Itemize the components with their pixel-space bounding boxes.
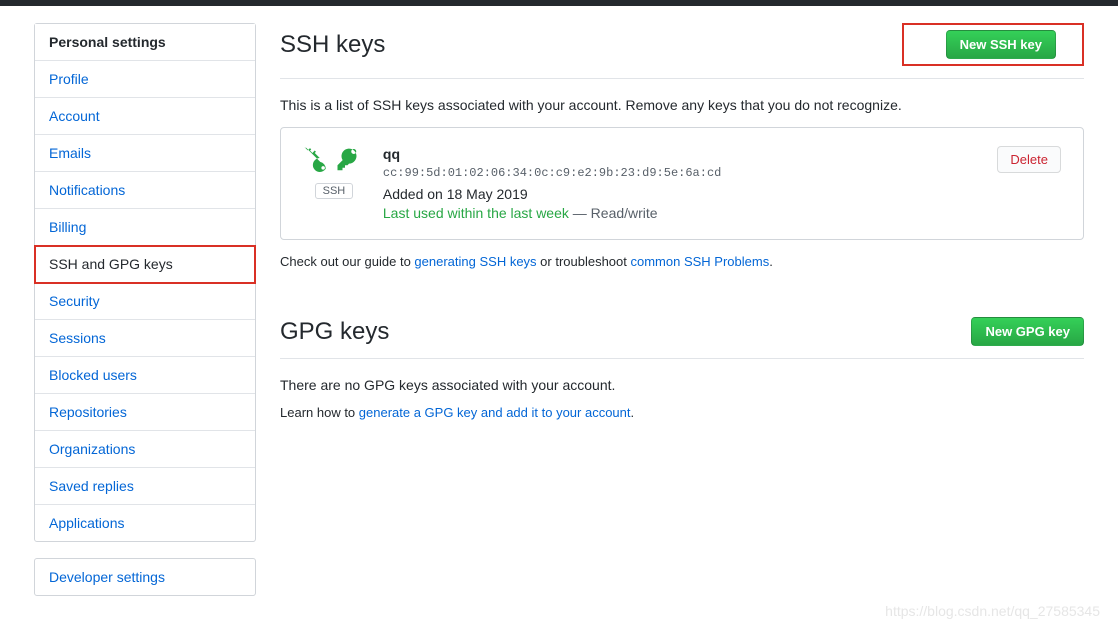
ssh-key-name: qq [383,146,980,162]
sidebar-item-account[interactable]: Account [35,98,255,135]
ssh-footer-mid: or troubleshoot [537,254,631,269]
gpg-footer-end: . [631,405,635,420]
sidebar-item-emails[interactable]: Emails [35,135,255,172]
ssh-key-lastused-green: Last used within the last week [383,205,569,221]
ssh-key-fingerprint: cc:99:5d:01:02:06:34:0c:c9:e2:9b:23:d9:5… [383,166,980,180]
ssh-section: SSH keys New SSH key This is a list of S… [280,23,1084,269]
sidebar-item-profile[interactable]: Profile [35,61,255,98]
generate-gpg-key-link[interactable]: generate a GPG key and add it to your ac… [359,405,631,420]
common-ssh-problems-link[interactable]: common SSH Problems [631,254,770,269]
delete-ssh-key-button[interactable]: Delete [997,146,1061,173]
ssh-section-header: SSH keys New SSH key [280,23,1084,79]
sidebar-item-organizations[interactable]: Organizations [35,431,255,468]
sidebar-header: Personal settings [35,24,255,61]
gpg-title: GPG keys [280,318,389,346]
ssh-key-item: SSH qq cc:99:5d:01:02:06:34:0c:c9:e2:9b:… [280,127,1084,240]
new-ssh-highlight: New SSH key [902,23,1084,66]
sidebar-item-developer-settings[interactable]: Developer settings [34,558,256,596]
ssh-description: This is a list of SSH keys associated wi… [280,97,1084,113]
ssh-key-lastused: Last used within the last week — Read/wr… [383,205,980,221]
key-icon [303,146,365,177]
ssh-footer: Check out our guide to generating SSH ke… [280,254,1084,269]
sidebar-item-repositories[interactable]: Repositories [35,394,255,431]
generating-ssh-keys-link[interactable]: generating SSH keys [414,254,536,269]
gpg-section: GPG keys New GPG key There are no GPG ke… [280,317,1084,420]
page-container: Personal settings Profile Account Emails… [0,6,1118,613]
main-content: SSH keys New SSH key This is a list of S… [280,23,1084,596]
sidebar-group-personal: Personal settings Profile Account Emails… [34,23,256,542]
sidebar-item-ssh-gpg-keys[interactable]: SSH and GPG keys [35,246,255,283]
ssh-key-details: qq cc:99:5d:01:02:06:34:0c:c9:e2:9b:23:d… [383,146,980,221]
gpg-footer-pre: Learn how to [280,405,359,420]
ssh-badge: SSH [315,183,354,199]
sidebar-item-notifications[interactable]: Notifications [35,172,255,209]
gpg-description: There are no GPG keys associated with yo… [280,377,1084,393]
ssh-key-added: Added on 18 May 2019 [383,186,980,202]
gpg-section-header: GPG keys New GPG key [280,317,1084,359]
ssh-footer-end: . [769,254,773,269]
sidebar-item-sessions[interactable]: Sessions [35,320,255,357]
sidebar: Personal settings Profile Account Emails… [34,23,256,596]
ssh-key-icon-column: SSH [303,146,365,221]
ssh-footer-pre: Check out our guide to [280,254,414,269]
sidebar-item-blocked-users[interactable]: Blocked users [35,357,255,394]
ssh-title: SSH keys [280,31,385,59]
sidebar-item-saved-replies[interactable]: Saved replies [35,468,255,505]
ssh-key-lastused-rest: — Read/write [569,205,658,221]
new-gpg-key-button[interactable]: New GPG key [971,317,1084,346]
sidebar-item-billing[interactable]: Billing [35,209,255,246]
gpg-footer: Learn how to generate a GPG key and add … [280,405,1084,420]
sidebar-item-applications[interactable]: Applications [35,505,255,541]
sidebar-item-security[interactable]: Security [35,283,255,320]
new-ssh-key-button[interactable]: New SSH key [946,30,1056,59]
